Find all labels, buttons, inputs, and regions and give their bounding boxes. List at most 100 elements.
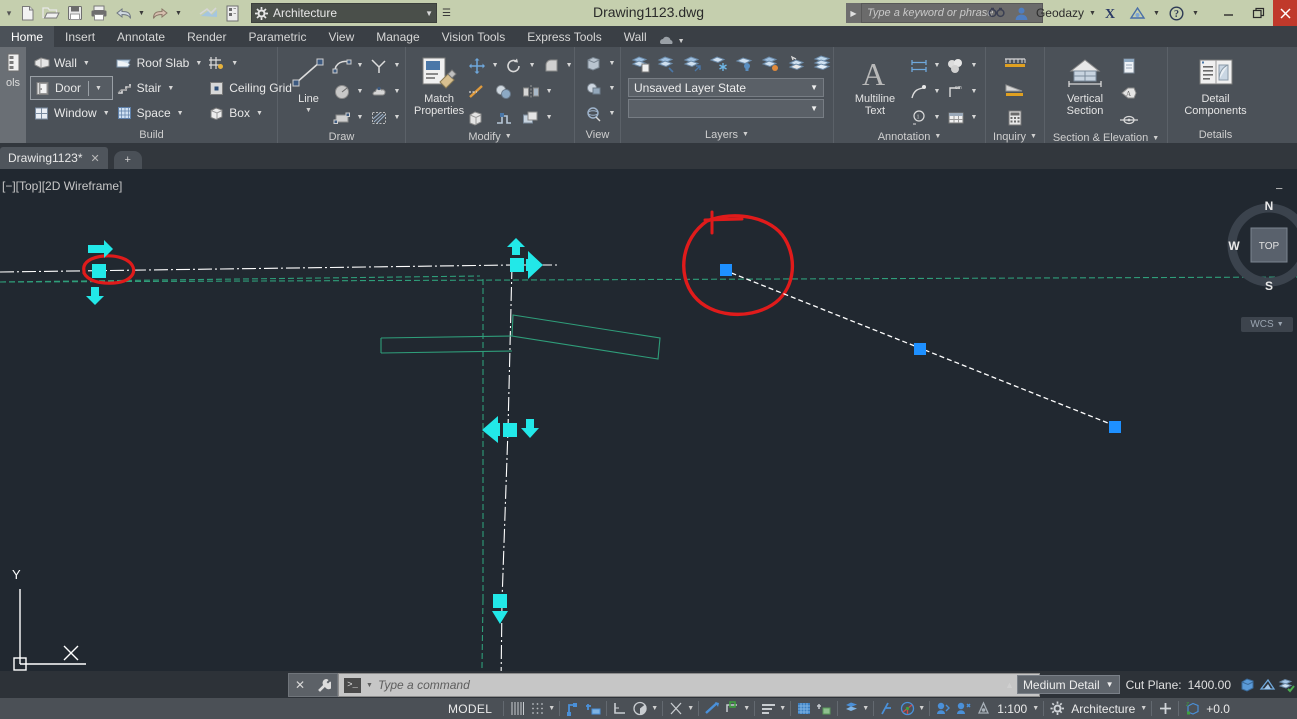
workspace-switching-gear-icon[interactable] (1047, 699, 1067, 719)
hardware-acceleration-icon[interactable] (877, 699, 897, 719)
selection-cycling-icon[interactable] (794, 699, 814, 719)
ucs-dropdown-icon[interactable]: ▼ (917, 705, 926, 712)
help-dropdown-icon[interactable]: ▼ (1190, 2, 1201, 24)
tab-wall[interactable]: Wall (613, 26, 658, 47)
door-button[interactable]: Door ▼ (30, 76, 113, 100)
layer-lock-icon[interactable] (732, 51, 757, 76)
dimension-icon[interactable] (906, 53, 931, 78)
trim-icon[interactable] (464, 79, 489, 104)
layer-state-dropdown-icon[interactable]: ▼ (810, 83, 818, 92)
minimize-button[interactable] (1213, 0, 1243, 26)
undo-dropdown-icon[interactable]: ▼ (136, 2, 147, 24)
isolate-objects-status-icon[interactable] (933, 699, 953, 719)
qat-overflow-icon[interactable]: ☰ (442, 8, 451, 19)
circle-icon[interactable] (329, 79, 354, 104)
user-name[interactable]: Geodazy (1036, 6, 1084, 20)
window-button[interactable]: Window ▼ (30, 101, 113, 125)
rectangle-icon[interactable] (329, 105, 354, 130)
multileader-dropdown-icon[interactable]: ▼ (970, 62, 978, 69)
section-mark-icon[interactable]: A (1116, 80, 1141, 105)
quickcalc-icon[interactable] (1003, 105, 1028, 130)
panel-layers-dropdown-icon[interactable]: ▼ (742, 131, 749, 138)
statusbar-scroll-up-icon[interactable]: ▲ (1002, 680, 1017, 690)
osnap-tracking-icon[interactable] (702, 699, 722, 719)
lineweight-dropdown-icon[interactable]: ▼ (742, 705, 751, 712)
line-dropdown-icon[interactable]: ▼ (305, 105, 312, 117)
elevation-cube-icon[interactable]: Z (1182, 699, 1202, 719)
dynamic-input-icon[interactable] (583, 699, 603, 719)
offset-dropdown-icon[interactable]: ▼ (545, 114, 553, 121)
search-icon[interactable] (986, 2, 1008, 24)
tab-express-tools[interactable]: Express Tools (516, 26, 612, 47)
infer-constraints-icon[interactable] (563, 699, 583, 719)
detail-components-button[interactable]: Detail Components (1172, 51, 1259, 117)
stair-button[interactable]: Stair ▼ (113, 76, 206, 100)
rotate-dropdown-icon[interactable]: ▼ (528, 62, 536, 69)
cut-plane-value[interactable]: 1400.00 (1188, 678, 1237, 692)
current-layer-selector[interactable]: ▼ (628, 99, 824, 118)
autodesk-360-dropdown-icon[interactable]: ▼ (1151, 2, 1162, 24)
tab-parametric[interactable]: Parametric (237, 26, 317, 47)
layer-freeze-icon[interactable] (706, 51, 731, 76)
redo-icon[interactable] (149, 2, 171, 24)
fillet-icon[interactable] (538, 53, 563, 78)
ortho-mode-icon[interactable] (610, 699, 630, 719)
snap-mode-dropdown-icon[interactable]: ▼ (547, 705, 556, 712)
wcs-dropdown-icon[interactable]: ▼ (1277, 321, 1284, 328)
wall-dropdown-icon[interactable]: ▼ (83, 60, 90, 67)
annotation-visibility-icon[interactable] (814, 699, 834, 719)
workspace-switching-dropdown-icon[interactable]: ▼ (1139, 705, 1148, 712)
table-icon[interactable] (943, 105, 968, 130)
properties-icon[interactable] (221, 2, 243, 24)
visual-style-dropdown-icon[interactable]: ▼ (608, 60, 616, 67)
avatar[interactable] (1011, 2, 1033, 24)
sync-icon[interactable] (197, 2, 219, 24)
layer-state-selector[interactable]: Unsaved Layer State ▼ (628, 78, 824, 97)
wcs-selector[interactable]: WCS ▼ (1241, 317, 1293, 332)
lineweight-icon[interactable] (722, 699, 742, 719)
panel-title-annotation[interactable]: Annotation ▼ (838, 130, 981, 143)
exchange-apps-icon[interactable]: X (1101, 2, 1123, 24)
orbit-dropdown-icon[interactable]: ▼ (608, 110, 616, 117)
workspace-switching-label[interactable]: Architecture (1067, 702, 1139, 716)
multiline-text-button[interactable]: A Multiline Text (844, 51, 906, 117)
rectangle-dropdown-icon[interactable]: ▼ (356, 114, 364, 121)
move-icon[interactable] (464, 53, 489, 78)
help-icon[interactable]: ? (1165, 2, 1187, 24)
hatch-dropdown-icon[interactable]: ▼ (393, 114, 401, 121)
new-icon[interactable] (16, 2, 38, 24)
account-dropdown-icon[interactable]: ▼ (1087, 2, 1098, 24)
line-button[interactable]: Line ▼ (288, 51, 329, 117)
ribbon-left-stub[interactable]: ols (0, 47, 26, 143)
vertical-section-button[interactable]: Vertical Section (1054, 51, 1116, 117)
measure-area-icon[interactable] (1003, 78, 1028, 103)
detail-mark-icon[interactable] (1116, 107, 1141, 132)
layer-isolate-icon[interactable] (680, 51, 705, 76)
open-icon[interactable] (40, 2, 62, 24)
tab-manage[interactable]: Manage (365, 26, 430, 47)
annotation-scale-value[interactable]: 1:100 (993, 702, 1031, 716)
plot-icon[interactable] (88, 2, 110, 24)
close-button[interactable] (1273, 0, 1297, 26)
display-configuration-dropdown-icon[interactable]: ▼ (1106, 680, 1114, 689)
3d-array-icon[interactable] (464, 105, 489, 130)
panel-title-layers[interactable]: Layers ▼ (625, 126, 829, 143)
box-dropdown-icon[interactable]: ▼ (256, 110, 263, 117)
customization-plus-icon[interactable] (1155, 699, 1175, 719)
chevron-down-icon[interactable]: ▼ (425, 9, 433, 18)
save-icon[interactable] (64, 2, 86, 24)
layer-unisolate-icon[interactable] (758, 51, 783, 76)
file-tab-drawing1123[interactable]: Drawing1123* ✕ (0, 147, 108, 169)
dimension-style-icon[interactable]: cm (943, 79, 968, 104)
orbit-icon[interactable] (581, 101, 606, 126)
annotation-scale-icon[interactable] (973, 699, 993, 719)
multileader-icon[interactable] (943, 53, 968, 78)
arc-icon[interactable] (329, 53, 354, 78)
command-history-dropdown-icon[interactable]: ▼ (366, 682, 373, 689)
object-snap-icon[interactable] (666, 699, 686, 719)
table-dropdown-icon[interactable]: ▼ (970, 114, 978, 121)
revcloud-icon[interactable] (366, 79, 391, 104)
layer-previous-icon[interactable] (784, 51, 809, 76)
isolate-objects-icon[interactable] (581, 76, 606, 101)
current-layer-dropdown-icon[interactable]: ▼ (810, 104, 818, 113)
